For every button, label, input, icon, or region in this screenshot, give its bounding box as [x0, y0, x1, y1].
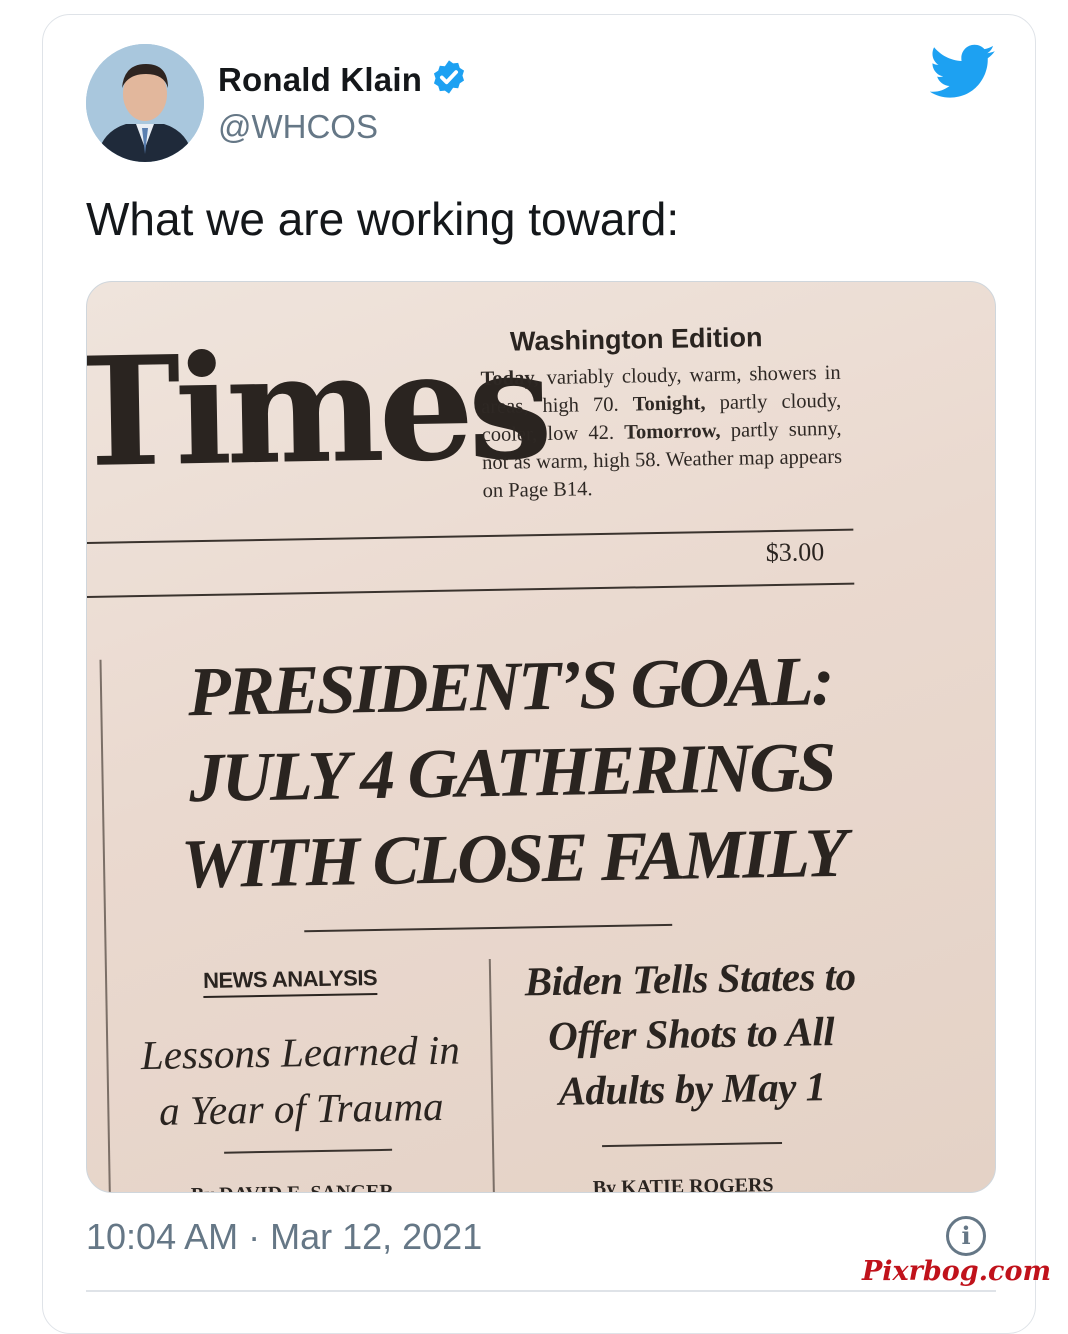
main-headline: PRESIDENT’S GOAL: JULY 4 GATHERINGS WITH… [109, 638, 913, 910]
weather-tomorrow-label: Tomorrow, [624, 419, 721, 444]
twitter-bird-icon[interactable] [929, 44, 996, 100]
right-story-headline: Biden Tells States to Offer Shots to All… [495, 948, 888, 1120]
column-rule-left [99, 659, 112, 1192]
watermark: Pixrbog.com [862, 1256, 1052, 1287]
weather-report: Today, variably cloudy, warm, showers in… [480, 359, 842, 505]
author-name[interactable]: Ronald Klain [218, 61, 422, 99]
masthead-rule-top [87, 528, 854, 545]
author-handle[interactable]: @WHCOS [218, 108, 378, 146]
headline-line-2: JULY 4 GATHERINGS [188, 729, 835, 818]
newspaper-masthead: Times [86, 316, 548, 502]
edition-label: Washington Edition [509, 322, 763, 357]
weather-tonight-label: Tonight, [632, 392, 706, 416]
weather-today-label: Today, [480, 367, 539, 391]
right-story-line-1: Biden Tells States to [524, 952, 856, 1005]
masthead-rule-bottom [87, 582, 855, 599]
verified-badge-icon [430, 58, 468, 101]
tweet-photo[interactable]: Times Washington Edition Today, variably… [86, 281, 996, 1193]
tweet-text: What we are working toward: [86, 193, 680, 245]
headline-line-1: PRESIDENT’S GOAL: [187, 643, 833, 732]
right-story-line-2: Offer Shots to All [547, 1008, 835, 1060]
footer-divider [86, 1290, 996, 1292]
info-icon[interactable]: i [946, 1216, 986, 1256]
tweet-timestamp[interactable]: 10:04 AM · Mar 12, 2021 [86, 1216, 482, 1258]
avatar[interactable] [86, 44, 204, 162]
left-story-line-2: a Year of Trauma [158, 1082, 444, 1134]
headline-line-3: WITH CLOSE FAMILY [180, 814, 846, 904]
news-analysis-label: NEWS ANALYSIS [202, 965, 378, 999]
price-label: $3.00 [765, 537, 825, 568]
left-story-rule [224, 1148, 393, 1154]
author-row: Ronald Klain [218, 58, 468, 101]
column-rule-middle [488, 959, 495, 1192]
left-story-headline: Lessons Learned in a Year of Trauma [120, 1021, 482, 1139]
left-story-line-1: Lessons Learned in [140, 1026, 461, 1079]
right-byline: By KATIE ROGERS [592, 1174, 774, 1193]
avatar-photo [86, 44, 204, 162]
right-story-rule [602, 1141, 783, 1147]
headline-underline [304, 923, 673, 932]
newspaper-front-page: Times Washington Edition Today, variably… [86, 282, 995, 1193]
left-byline: By DAVID E. SANGER [191, 1181, 394, 1192]
right-story-line-3: Adults by May 1 [558, 1063, 826, 1114]
